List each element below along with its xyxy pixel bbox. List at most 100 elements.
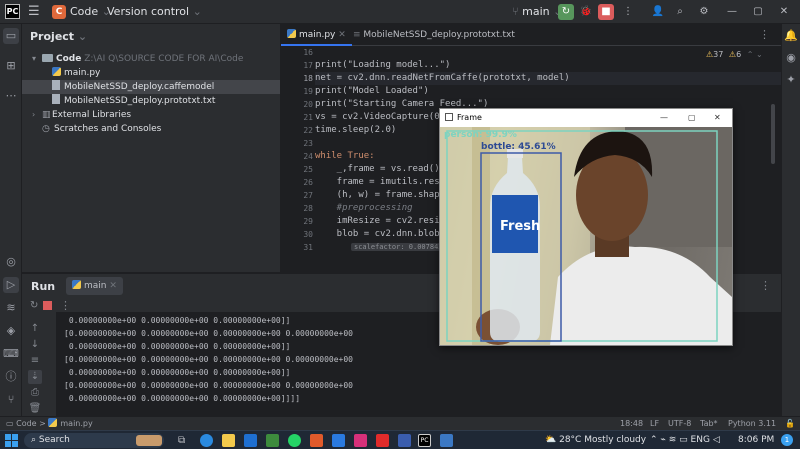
clock[interactable]: 8:06 PM	[738, 433, 774, 448]
stop-run-icon[interactable]	[43, 301, 52, 310]
notifications-bell-icon[interactable]: 🔔	[783, 28, 799, 44]
notification-badge[interactable]: 1	[781, 434, 793, 446]
branch-selector[interactable]: ⑂ main ⌄	[512, 5, 562, 18]
volume-icon[interactable]: ◁	[713, 435, 720, 445]
chevron-up-icon[interactable]: ⌃	[650, 435, 658, 445]
output-line: 0.00000000e+00 0.00000000e+00 0.00000000…	[64, 394, 301, 403]
line-number: 20	[303, 100, 313, 109]
project-selector[interactable]: Code ⌄	[70, 5, 111, 18]
frame-maximize-button[interactable]: ▢	[688, 109, 696, 127]
tab-prototxt[interactable]: ≡ MobileNetSSD_deploy.prototxt.txt	[347, 24, 521, 46]
line-number: 27	[303, 191, 313, 200]
line-number: 26	[303, 178, 313, 187]
tab-options-icon[interactable]: ⋮	[759, 28, 770, 41]
task-view-icon[interactable]: ⧉	[178, 434, 191, 447]
terminal-icon[interactable]: ⌨	[3, 346, 19, 362]
problems-icon[interactable]: ⓘ	[3, 369, 19, 385]
person-detection-label: person: 99.9%	[444, 130, 517, 140]
network-icon[interactable]: ⌁	[660, 435, 665, 445]
opencv-frame-window[interactable]: Frame — ▢ ✕ Fresh person: 99.9% bottle: …	[439, 108, 733, 346]
add-user-icon[interactable]: 👤	[650, 4, 666, 20]
edge-browser-icon[interactable]	[200, 434, 213, 447]
tree-item-prototxt[interactable]: MobileNetSSD_deploy.prototxt.txt	[22, 94, 280, 108]
system-tray[interactable]: ⌃ ⌁ ≋ ▭ ENG ◁	[650, 433, 720, 448]
scroll-to-end-icon[interactable]: ⇣	[28, 370, 42, 384]
rerun-icon[interactable]: ↻	[30, 300, 38, 311]
run-options-icon[interactable]: ⋮	[760, 279, 771, 292]
file-encoding[interactable]: UTF-8	[668, 417, 691, 430]
line-separator[interactable]: LF	[650, 417, 659, 430]
search-icon[interactable]: ⌕	[672, 4, 688, 20]
tree-item-main-py[interactable]: main.py	[22, 66, 280, 80]
project-tool-icon[interactable]: ▭	[3, 28, 19, 44]
tree-item-caffemodel[interactable]: MobileNetSSD_deploy.caffemodel	[22, 80, 280, 94]
project-badge-icon[interactable]: C	[52, 5, 66, 19]
scroll-up-icon[interactable]: ↑	[28, 322, 42, 336]
run-more-icon[interactable]: ⋮	[60, 299, 71, 312]
settings-gear-icon[interactable]: ⚙	[696, 4, 712, 20]
python-taskbar-icon[interactable]	[440, 434, 453, 447]
wifi-icon[interactable]: ≋	[669, 435, 677, 445]
tree-item-external-libraries[interactable]: › ▥External Libraries	[22, 108, 280, 122]
lock-icon[interactable]: 🔓	[785, 417, 795, 430]
project-panel-title[interactable]: Project ⌄	[30, 30, 87, 43]
vscode-icon[interactable]	[398, 434, 411, 447]
language-indicator[interactable]: ENG	[691, 435, 710, 445]
print-icon[interactable]: ⎙	[28, 386, 42, 400]
vcs-menu[interactable]: Version control ⌄	[107, 5, 202, 18]
run-config-tab[interactable]: main ✕	[66, 277, 123, 295]
youtube-icon[interactable]	[376, 434, 389, 447]
caret-position[interactable]: 18:48	[620, 417, 643, 430]
instagram-icon[interactable]	[354, 434, 367, 447]
frame-close-button[interactable]: ✕	[714, 109, 721, 127]
run-tool-icon[interactable]: ▷	[3, 277, 19, 293]
chevron-down-icon[interactable]: ⌄	[756, 50, 763, 59]
editor-scrollbar[interactable]	[771, 104, 775, 164]
structure-tool-icon[interactable]: ⊞	[3, 58, 19, 74]
more-tools-icon[interactable]: ⋯	[3, 88, 19, 104]
layers-tool-icon[interactable]: ≋	[3, 300, 19, 316]
brave-browser-icon[interactable]	[310, 434, 323, 447]
battery-icon[interactable]: ▭	[679, 435, 688, 445]
tree-item-scratches[interactable]: ◷ Scratches and Consoles	[22, 122, 280, 136]
stop-button[interactable]: ■	[598, 4, 614, 20]
python-packages-icon[interactable]: ◎	[3, 254, 19, 270]
output-line: 0.00000000e+00 0.00000000e+00 0.00000000…	[64, 368, 291, 377]
frame-minimize-button[interactable]: —	[660, 109, 668, 127]
main-menu-icon[interactable]: ☰	[28, 4, 40, 19]
taskbar-search-box[interactable]: ⌕ Search	[24, 433, 164, 448]
scroll-down-icon[interactable]: ↓	[28, 338, 42, 352]
close-tab-icon[interactable]: ✕	[109, 281, 117, 291]
tab-main-py[interactable]: main.py ✕	[281, 24, 352, 46]
chevron-up-icon[interactable]: ⌃	[747, 50, 754, 59]
python-interpreter[interactable]: Python 3.11	[728, 417, 776, 430]
clear-all-icon[interactable]: 🗑	[28, 402, 42, 416]
version-control-icon[interactable]: ⑂	[3, 392, 19, 408]
breadcrumb[interactable]: ▭ Code > main.py	[6, 417, 93, 430]
python-console-icon[interactable]: ◈	[3, 323, 19, 339]
windows-start-icon[interactable]	[5, 434, 18, 447]
pycharm-taskbar-icon[interactable]: PC	[418, 434, 431, 447]
tree-item-code-folder[interactable]: ▾ Code Z:\AI Q\SOURCE CODE FOR AI\Code	[22, 52, 280, 66]
app-green-icon[interactable]	[266, 434, 279, 447]
run-panel-title: Run	[31, 280, 56, 293]
rerun-button[interactable]: ↻	[558, 4, 574, 20]
close-button[interactable]: ✕	[776, 4, 792, 20]
debug-button[interactable]: 🐞	[578, 4, 594, 20]
indent-setting[interactable]: Tab*	[700, 417, 718, 430]
close-tab-icon[interactable]: ✕	[338, 30, 346, 40]
ai-assistant-icon[interactable]: ✦	[783, 72, 799, 88]
more-actions-icon[interactable]: ⋮	[620, 4, 636, 20]
whatsapp-icon[interactable]	[288, 434, 301, 447]
file-explorer-icon[interactable]	[222, 434, 235, 447]
maximize-button[interactable]: ▢	[750, 4, 766, 20]
inspection-widget[interactable]: ⚠37 ⚠6 ⌃ ⌄	[706, 50, 763, 59]
pycharm-logo-icon[interactable]: PC	[5, 4, 20, 19]
store-icon[interactable]	[244, 434, 257, 447]
weather-widget[interactable]: ⛅ 28°C Mostly cloudy	[545, 433, 646, 448]
minimize-button[interactable]: —	[724, 4, 740, 20]
mail-icon[interactable]	[332, 434, 345, 447]
database-icon[interactable]: ◉	[783, 50, 799, 66]
code-line: (h, w) = frame.shape[:	[315, 190, 456, 200]
soft-wrap-icon[interactable]: ≡	[28, 354, 42, 368]
